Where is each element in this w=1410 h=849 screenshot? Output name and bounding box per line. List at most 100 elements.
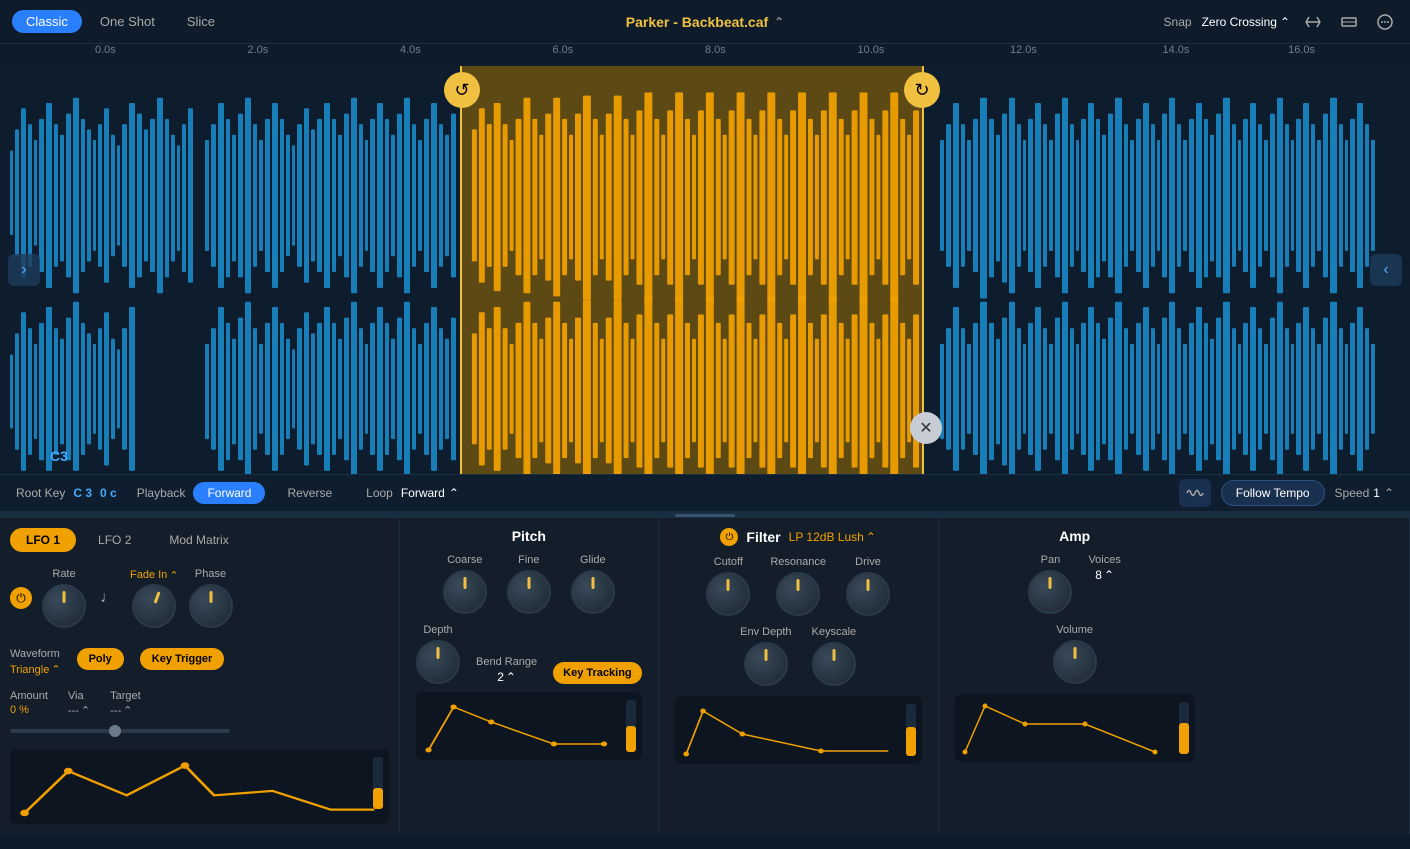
poly-button[interactable]: Poly	[77, 648, 124, 670]
waveform-value[interactable]: Triangle ⌃	[10, 663, 61, 676]
volume-knob[interactable]	[1053, 640, 1097, 684]
drive-group: Drive	[846, 556, 890, 616]
loop-start-handle[interactable]: ↺	[444, 72, 480, 108]
timeline-mark-6: 6.0s	[553, 44, 574, 56]
timeline-mark-0: 0.0s	[95, 44, 116, 56]
waveform-scroll-left[interactable]: ›	[8, 254, 40, 286]
root-key-group: Root Key C 3 0 c	[16, 486, 117, 500]
filter-type-select[interactable]: LP 12dB Lush ⌃	[789, 530, 876, 544]
loop-value[interactable]: Forward ⌃	[401, 486, 459, 500]
target-group: Target --- ⌃	[110, 690, 141, 717]
coarse-knob[interactable]	[443, 570, 487, 614]
amount-value: 0 %	[10, 704, 48, 716]
pitch-section: Pitch Coarse Fine Glide Depth	[400, 518, 659, 834]
amp-env-bar-fill	[1179, 723, 1189, 754]
transport-right: Follow Tempo Speed 1 ⌃	[1179, 479, 1394, 507]
loop-waveform-svg	[462, 66, 922, 474]
rate-label: Rate	[52, 568, 75, 580]
amount-slider[interactable]	[10, 729, 230, 733]
lfo-power-button[interactable]: ⏻	[10, 587, 32, 609]
resize-icon[interactable]	[1336, 9, 1362, 35]
pitch-knobs-top: Coarse Fine Glide	[416, 554, 642, 614]
forward-button[interactable]: Forward	[193, 482, 265, 504]
filter-knobs-top: Cutoff Resonance Drive	[675, 556, 922, 616]
expand-icon[interactable]	[1300, 9, 1326, 35]
keyscale-group: Keyscale	[812, 626, 857, 686]
waveform-area[interactable]: ↺ ↻ ✕ › ‹ C3	[0, 66, 1410, 474]
lfo-tabs: LFO 1 LFO 2 Mod Matrix	[10, 528, 389, 552]
phase-knob[interactable]	[189, 584, 233, 628]
pan-knob[interactable]	[1028, 570, 1072, 614]
loop-close-button[interactable]: ✕	[910, 412, 942, 444]
title-chevron[interactable]: ⌃	[774, 15, 784, 29]
rate-knob[interactable]	[42, 584, 86, 628]
lfo2-tab[interactable]: LFO 2	[82, 528, 147, 552]
filter-env-display[interactable]	[675, 696, 922, 764]
glide-knob[interactable]	[571, 570, 615, 614]
lfo1-tab[interactable]: LFO 1	[10, 528, 76, 552]
via-select[interactable]: --- ⌃	[68, 704, 90, 717]
keyscale-knob[interactable]	[812, 642, 856, 686]
key-tracking-button[interactable]: Key Tracking	[553, 662, 641, 684]
env-depth-knob[interactable]	[744, 642, 788, 686]
voices-value[interactable]: 8 ⌃	[1095, 568, 1114, 582]
fade-knob[interactable]	[126, 577, 182, 633]
fine-knob[interactable]	[507, 570, 551, 614]
voices-group: Voices 8 ⌃	[1088, 554, 1120, 614]
reverse-button[interactable]: Reverse	[273, 482, 346, 504]
waveform-scroll-right[interactable]: ‹	[1370, 254, 1402, 286]
timeline-mark-4: 4.0s	[400, 44, 421, 56]
amp-env-bar	[1179, 702, 1189, 754]
loop-label: Loop	[366, 486, 393, 500]
lfo-env-bar	[373, 757, 383, 809]
bottom-section: LFO 1 LFO 2 Mod Matrix ⏻ Rate ♩ Fade In …	[0, 518, 1410, 834]
phase-label: Phase	[195, 568, 226, 580]
follow-tempo-button[interactable]: Follow Tempo	[1221, 480, 1325, 506]
fine-group: Fine	[507, 554, 551, 614]
resonance-knob[interactable]	[776, 572, 820, 616]
pitch-env-display[interactable]	[416, 692, 642, 760]
snap-value[interactable]: Zero Crossing ⌃	[1202, 15, 1290, 29]
classic-mode-button[interactable]: Classic	[12, 10, 82, 33]
volume-group: Volume	[955, 624, 1195, 684]
amp-env-display[interactable]	[955, 694, 1195, 762]
key-trigger-button[interactable]: Key Trigger	[140, 648, 225, 670]
loop-region[interactable]: ↺ ↻ ✕	[460, 66, 924, 474]
fade-knob-group	[132, 584, 176, 628]
fade-select[interactable]: Fade In ⌃	[130, 569, 179, 582]
title-center: Parker - Backbeat.caf ⌃	[626, 14, 784, 30]
main-controls: Pitch Coarse Fine Glide Depth	[400, 518, 1410, 834]
lfo-env-display[interactable]	[10, 749, 389, 824]
loop-end-handle[interactable]: ↻	[904, 72, 940, 108]
speed-chevron: ⌃	[1384, 486, 1394, 500]
cutoff-knob[interactable]	[706, 572, 750, 616]
pitch-env-bar-fill	[626, 726, 636, 752]
depth-knob[interactable]	[416, 640, 460, 684]
root-key-value[interactable]: C 3	[73, 486, 92, 500]
snap-chevron: ⌃	[1280, 15, 1290, 29]
resonance-group: Resonance	[770, 556, 826, 616]
mode-buttons: Classic One Shot Slice	[12, 10, 229, 33]
slice-mode-button[interactable]: Slice	[173, 10, 229, 33]
rate-knob-group: Rate	[42, 568, 86, 628]
file-title[interactable]: Parker - Backbeat.caf	[626, 14, 768, 30]
cents-value[interactable]: 0 c	[100, 486, 117, 500]
filter-env-bar-fill	[906, 727, 916, 756]
mod-matrix-tab[interactable]: Mod Matrix	[153, 528, 244, 552]
via-group: Via --- ⌃	[68, 690, 90, 717]
more-icon[interactable]	[1372, 9, 1398, 35]
amount-slider-thumb[interactable]	[109, 725, 121, 737]
bend-range-value[interactable]: 2 ⌃	[497, 670, 516, 684]
speed-value[interactable]: 1	[1373, 486, 1380, 500]
one-shot-mode-button[interactable]: One Shot	[86, 10, 169, 33]
filter-power-button[interactable]: ⏻	[720, 528, 738, 546]
note-icon[interactable]: ♩	[96, 585, 120, 611]
target-select[interactable]: --- ⌃	[110, 704, 141, 717]
drive-knob[interactable]	[846, 572, 890, 616]
c3-label: C3	[50, 448, 68, 464]
pitch-title: Pitch	[416, 528, 642, 544]
timeline-mark-14: 14.0s	[1163, 44, 1190, 56]
waveform-mode-icon-button[interactable]	[1179, 479, 1211, 507]
filter-section: ⏻ Filter LP 12dB Lush ⌃ Cutoff Resonance…	[659, 518, 939, 834]
timeline-mark-8: 8.0s	[705, 44, 726, 56]
